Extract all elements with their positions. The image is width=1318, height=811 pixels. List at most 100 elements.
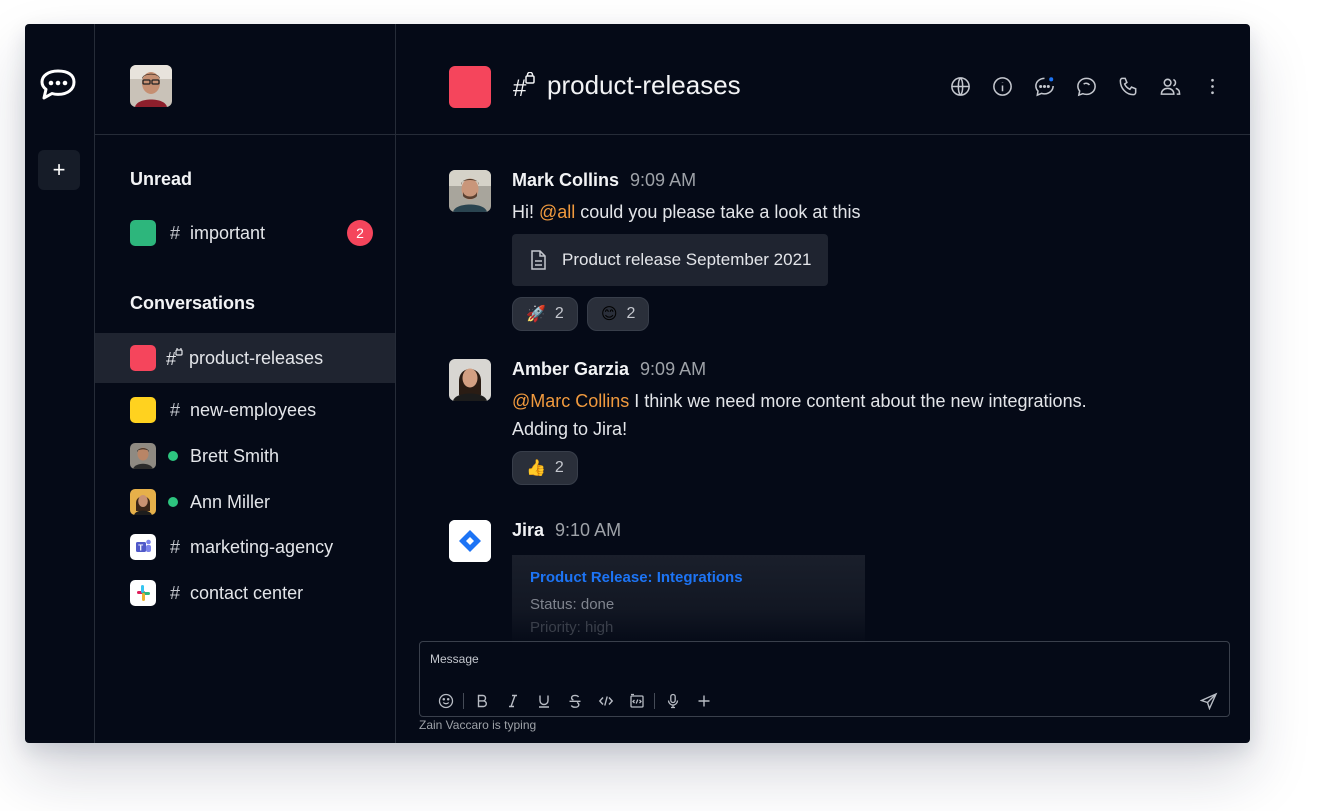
smile-emoji-icon: 😊 <box>600 306 618 323</box>
user-avatar[interactable] <box>449 359 491 401</box>
message-text-part: I think we need more content about the n… <box>629 391 1087 411</box>
jira-issue-card[interactable]: Product Release: Integrations Status: do… <box>512 555 865 645</box>
message-text: @Marc Collins I think we need more conte… <box>512 387 1192 443</box>
main-panel: # product-releases Mark Collins 9:09 AM … <box>396 24 1250 743</box>
ms-teams-icon: T <box>130 534 156 560</box>
online-status-dot <box>168 451 178 461</box>
globe-icon[interactable] <box>949 75 972 98</box>
message-author[interactable]: Jira <box>512 520 544 541</box>
kebab-menu-icon[interactable] <box>1201 75 1224 98</box>
plus-icon[interactable] <box>688 691 719 711</box>
conversations-section-title: Conversations <box>130 293 256 313</box>
rocketchat-logo-icon[interactable] <box>39 68 77 102</box>
discussion-icon[interactable] <box>1075 75 1098 98</box>
user-avatar[interactable] <box>130 65 172 107</box>
sidebar-item-label: product-releases <box>189 347 324 368</box>
message-input[interactable] <box>430 652 1130 666</box>
reaction-thumbs-up[interactable]: 👍 2 <box>512 451 578 485</box>
hash-icon: # <box>170 222 181 243</box>
composer-toolbar <box>430 691 719 711</box>
reaction-count: 2 <box>554 305 564 322</box>
svg-text:#: # <box>513 75 527 100</box>
message-body: Mark Collins 9:09 AM Hi! @all could you … <box>512 170 1192 331</box>
hash-icon: # <box>170 536 181 557</box>
sidebar-item-important[interactable]: # important 2 <box>95 210 395 256</box>
toolbar-divider <box>654 693 655 709</box>
bold-icon[interactable] <box>466 691 497 711</box>
reaction-list: 👍 2 <box>512 451 1192 485</box>
user-avatar <box>130 443 156 469</box>
workspace-rail: + <box>25 24 95 743</box>
message-composer <box>419 641 1230 717</box>
document-icon <box>531 250 546 270</box>
hash-icon: # <box>170 399 181 420</box>
jira-issue-priority: Priority: high <box>530 619 614 636</box>
sidebar-item-contact-center[interactable]: # contact center <box>95 570 395 616</box>
italic-icon[interactable] <box>497 691 528 711</box>
sidebar-item-label: Brett Smith <box>190 445 280 466</box>
message-header: Jira 9:10 AM <box>512 520 1192 541</box>
toolbar-divider <box>463 693 464 709</box>
code-block-icon[interactable] <box>621 691 652 711</box>
mention-link[interactable]: @all <box>539 202 575 222</box>
send-icon[interactable] <box>1200 692 1218 710</box>
room-avatar[interactable] <box>449 66 491 108</box>
message-body: Jira 9:10 AM Product Release: Integratio… <box>512 520 1192 645</box>
attachment-name: Product release September 2021 <box>562 250 812 269</box>
reaction-rocket[interactable]: 🚀 2 <box>512 297 578 331</box>
jira-issue-status: Status: done <box>530 596 615 613</box>
emoji-icon[interactable] <box>430 691 461 711</box>
message-author[interactable]: Mark Collins <box>512 170 619 191</box>
underline-icon[interactable] <box>528 691 559 711</box>
sidebar-item-ann-miller[interactable]: Ann Miller <box>95 479 395 525</box>
sidebar-item-marketing-agency[interactable]: T # marketing-agency <box>95 524 395 570</box>
sidebar-header <box>95 24 395 135</box>
message-text: Hi! @all could you please take a look at… <box>512 198 1192 226</box>
reaction-count: 2 <box>554 459 564 476</box>
unread-badge: 2 <box>347 220 373 246</box>
strikethrough-icon[interactable] <box>559 691 590 711</box>
sidebar-item-brett-smith[interactable]: Brett Smith <box>95 433 395 479</box>
message-time: 9:09 AM <box>630 170 697 190</box>
sidebar-item-label: contact center <box>190 582 304 603</box>
message-header: Amber Garzia 9:09 AM <box>512 359 1192 380</box>
message-body: Amber Garzia 9:09 AM @Marc Collins I thi… <box>512 359 1192 485</box>
user-avatar[interactable] <box>449 170 491 212</box>
rocket-emoji-icon: 🚀 <box>526 306 546 323</box>
code-icon[interactable] <box>590 691 621 711</box>
info-icon[interactable] <box>991 75 1014 98</box>
phone-icon[interactable] <box>1117 75 1140 98</box>
room-color-icon <box>130 345 156 371</box>
members-icon[interactable] <box>1159 75 1182 98</box>
room-color-icon <box>130 220 156 246</box>
reaction-smile[interactable]: 😊 2 <box>586 297 650 331</box>
locked-hash-icon: # <box>166 348 183 368</box>
file-attachment[interactable]: Product release September 2021 <box>512 234 828 286</box>
reaction-count: 2 <box>626 305 636 322</box>
sidebar-item-new-employees[interactable]: # new-employees <box>95 387 395 433</box>
message-text-part: Adding to Jira! <box>512 419 628 439</box>
message-header: Mark Collins 9:09 AM <box>512 170 1192 191</box>
jira-issue-title[interactable]: Product Release: Integrations <box>530 569 847 586</box>
mic-icon[interactable] <box>657 691 688 711</box>
room-title-group: # product-releases <box>513 70 741 101</box>
unread-section-title: Unread <box>130 169 193 189</box>
threads-icon[interactable] <box>1033 75 1056 98</box>
sidebar-item-product-releases[interactable]: # product-releases <box>95 333 395 383</box>
online-status-dot <box>168 497 178 507</box>
hash-icon: # <box>170 582 181 603</box>
message-author[interactable]: Amber Garzia <box>512 359 629 380</box>
user-avatar <box>130 489 156 515</box>
reaction-list: 🚀 2 😊 2 <box>512 297 1192 331</box>
message-text-part: could you please take a look at this <box>575 202 861 222</box>
room-title: product-releases <box>547 70 741 100</box>
header-toolbar <box>949 75 1224 98</box>
thumbs-up-emoji-icon: 👍 <box>526 460 546 477</box>
jira-avatar[interactable] <box>449 520 491 562</box>
message-text-part: Hi! <box>512 202 539 222</box>
add-workspace-button[interactable]: + <box>38 150 80 190</box>
mention-link[interactable]: @Marc Collins <box>512 391 629 411</box>
room-color-icon <box>130 397 156 423</box>
svg-text:T: T <box>138 543 143 552</box>
message-time: 9:10 AM <box>555 520 622 540</box>
